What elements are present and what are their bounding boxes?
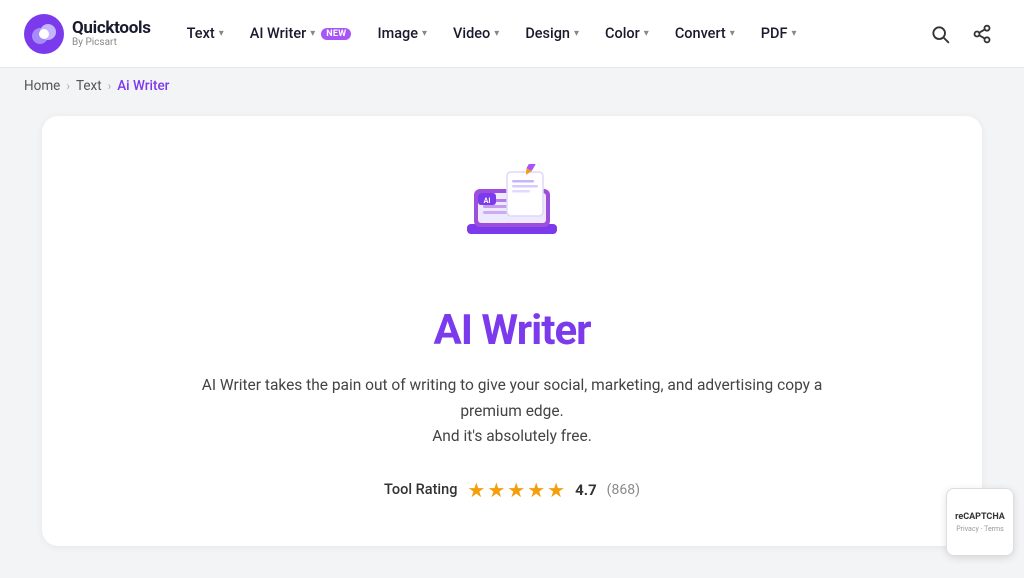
nav-ai-writer-chevron: ▾ [310,28,315,39]
share-button[interactable] [964,16,1000,52]
search-button[interactable] [922,16,958,52]
rating-row: Tool Rating ★ ★ ★ ★ ★ 4.7 (868) [82,478,942,502]
nav-text-chevron: ▾ [219,28,224,39]
nav-ai-writer-label: AI Writer [250,25,307,42]
nav-color-chevron: ▾ [644,28,649,39]
nav-pdf[interactable]: PDF ▾ [751,19,807,48]
card-description: AI Writer takes the pain out of writing … [182,373,842,450]
logo-subtitle: By Picsart [72,37,151,48]
breadcrumb-sep-1: › [66,79,70,93]
nav-image-chevron: ▾ [422,28,427,39]
ai-writer-illustration: AI [452,164,572,274]
breadcrumb: Home › Text › Ai Writer [0,68,1024,104]
rating-label: Tool Rating [384,481,457,498]
card-desc-line2: And it's absolutely free. [432,427,592,445]
nav-pdf-label: PDF [761,25,788,42]
nav-ai-writer-badge: New [321,28,351,40]
nav-convert[interactable]: Convert ▾ [665,19,745,48]
breadcrumb-text[interactable]: Text [76,78,102,94]
search-icon [930,24,950,44]
nav-color-label: Color [605,25,640,42]
nav-design[interactable]: Design ▾ [515,19,589,48]
main-card: AI AI Writer AI Writer takes the pain ou… [42,116,982,546]
main-content: AI AI Writer AI Writer takes the pain ou… [0,104,1024,578]
nav-design-chevron: ▾ [574,28,579,39]
rating-value: 4.7 [575,481,597,499]
breadcrumb-home[interactable]: Home [24,78,60,94]
star-rating: ★ ★ ★ ★ ★ [467,478,565,502]
recaptcha-terms: Privacy - Terms [956,525,1004,533]
nav-video-label: Video [453,25,490,42]
nav-text[interactable]: Text ▾ [177,19,234,48]
nav-ai-writer[interactable]: AI Writer ▾ New [240,19,362,48]
nav-pdf-chevron: ▾ [792,28,797,39]
navbar: Quicktools By Picsart Text ▾ AI Writer ▾… [0,0,1024,68]
star-2: ★ [487,478,505,502]
card-desc-line1: AI Writer takes the pain out of writing … [202,376,823,420]
nav-text-label: Text [187,25,215,42]
nav-video-chevron: ▾ [494,28,499,39]
svg-text:AI: AI [484,197,491,205]
star-5: ★ [547,478,565,502]
card-title: AI Writer [82,306,942,355]
nav-image-label: Image [377,25,418,42]
logo[interactable]: Quicktools By Picsart [24,14,151,54]
rating-count: (868) [607,482,640,498]
nav-design-label: Design [525,25,570,42]
nav-color[interactable]: Color ▾ [595,19,659,48]
star-1: ★ [467,478,485,502]
share-icon [972,24,992,44]
nav-video[interactable]: Video ▾ [443,19,509,48]
breadcrumb-sep-2: › [108,79,112,93]
breadcrumb-current: Ai Writer [117,78,169,94]
star-3: ★ [507,478,525,502]
nav-convert-chevron: ▾ [730,28,735,39]
quicktools-logo-icon [24,14,64,54]
star-4: ★ [527,478,545,502]
recaptcha-widget: reCAPTCHA Privacy - Terms [946,488,1014,556]
nav-image[interactable]: Image ▾ [367,19,437,48]
logo-title: Quicktools [72,19,151,38]
nav-convert-label: Convert [675,25,726,42]
recaptcha-title: reCAPTCHA [955,512,1005,522]
